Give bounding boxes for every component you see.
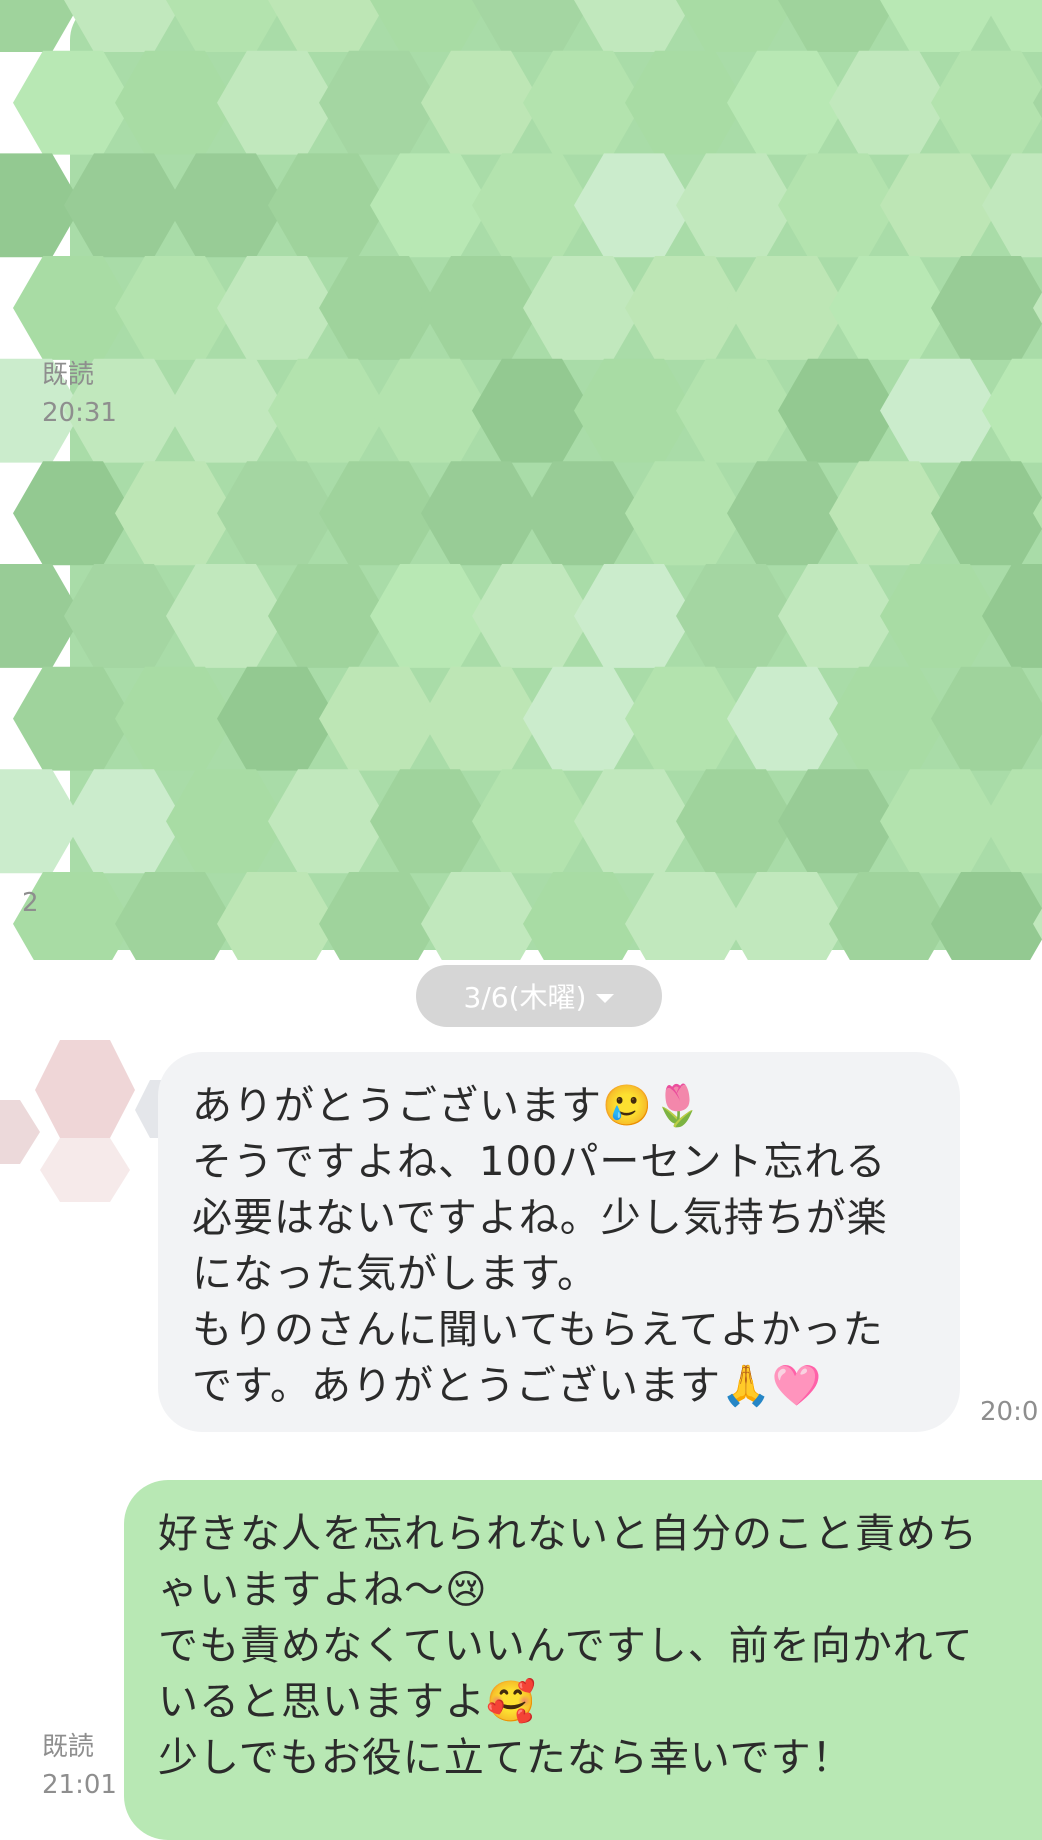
chevron-down-icon: [596, 993, 615, 1003]
read-receipt: 既読 21:01: [42, 1728, 117, 1804]
date-separator[interactable]: 3/6(木曜): [416, 965, 662, 1027]
read-label: 既読: [42, 360, 95, 390]
message-time-partial: 2: [22, 888, 39, 918]
message-line: いると思いますよ🥰: [158, 1679, 537, 1725]
read-receipt: 既読 20:31: [42, 356, 117, 432]
incoming-message-bubble[interactable]: ありがとうございます🥲🌷 そうですよね、100パーセント忘れる 必要はないですよ…: [158, 1052, 960, 1432]
message-line: もりのさんに聞いてもらえてよかった: [192, 1307, 884, 1353]
message-line: です。ありがとうございます🙏🩷: [192, 1363, 823, 1409]
censored-image-mosaic[interactable]: [0, 0, 1042, 960]
message-time: 21:01: [42, 1770, 117, 1800]
message-line: になった気がします。: [192, 1251, 598, 1297]
message-line: ゃいますよね〜😢: [158, 1567, 488, 1613]
message-line: 好きな人を忘れられないと自分のこと責めち: [158, 1511, 978, 1557]
incoming-message-time: 20:0: [980, 1397, 1039, 1427]
outgoing-message-bubble[interactable]: 好きな人を忘れられないと自分のこと責めち ゃいますよね〜😢 でも責めなくていいん…: [124, 1480, 1042, 1840]
message-line: そうですよね、100パーセント忘れる: [192, 1139, 887, 1185]
message-line: でも責めなくていいんですし、前を向かれて: [158, 1623, 974, 1669]
message-line: ありがとうございます🥲🌷: [192, 1083, 704, 1129]
message-line: 少しでもお役に立てたなら幸いです！: [158, 1735, 853, 1781]
message-time: 20:31: [42, 398, 117, 428]
date-label: 3/6(木曜): [463, 981, 587, 1014]
read-label: 既読: [42, 1732, 95, 1762]
message-line: 必要はないですよね。少し気持ちが楽: [192, 1195, 888, 1241]
